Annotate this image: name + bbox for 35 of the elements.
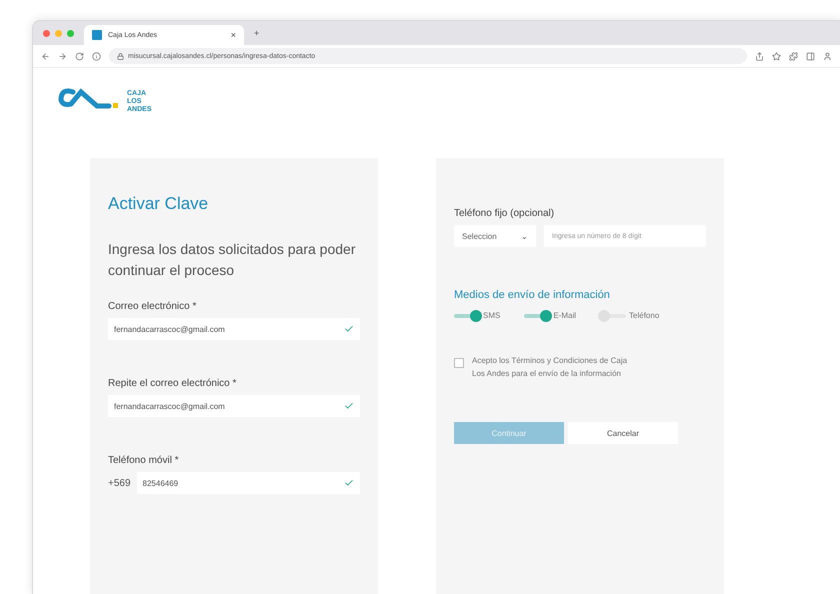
checkbox[interactable] xyxy=(454,358,464,368)
field-label: Teléfono móvil * xyxy=(108,455,180,466)
tab-close[interactable]: × xyxy=(230,30,236,40)
share-icon[interactable] xyxy=(755,52,764,60)
reload-icon[interactable] xyxy=(75,52,84,60)
field-label: Repite el correo electrónico * xyxy=(108,378,238,389)
select-field[interactable]: Seleccion ⌄ xyxy=(454,225,536,247)
phone-prefix: +569 xyxy=(108,478,131,488)
field-label: Teléfono fijo (opcional) xyxy=(454,208,556,219)
toggle-label: Teléfono xyxy=(629,311,660,320)
lock-icon xyxy=(117,52,124,60)
favicon-icon xyxy=(92,30,102,40)
puzzle-icon[interactable] xyxy=(789,52,798,60)
close-dot[interactable] xyxy=(43,30,50,36)
star-icon[interactable] xyxy=(772,52,781,60)
section-title: Medios de envío de información xyxy=(454,289,611,301)
input-field[interactable]: 82546469 xyxy=(136,472,360,494)
maximize-dot[interactable] xyxy=(67,30,74,36)
terms-text: Acepto los Términos y Condiciones de Caja Los Andes para el envío de la información xyxy=(472,355,628,380)
toggle-label: SMS xyxy=(483,311,500,320)
back-icon[interactable] xyxy=(41,52,50,60)
profile-icon[interactable] xyxy=(823,52,832,60)
input-field[interactable]: fernandacarrascoc@gmail.com xyxy=(108,318,360,340)
minimize-dot[interactable] xyxy=(55,30,62,36)
input-field[interactable]: fernandacarrascoc@gmail.com xyxy=(108,395,360,417)
logo-icon xyxy=(57,86,121,110)
sidebar-icon[interactable] xyxy=(806,52,815,60)
cancel-button[interactable]: Cancelar xyxy=(568,422,678,444)
new-tab-button[interactable]: + xyxy=(254,28,260,38)
info-icon[interactable] xyxy=(92,52,101,60)
field-label: Correo electrónico * xyxy=(108,301,198,312)
card-title: Activar Clave xyxy=(108,194,210,214)
forward-icon[interactable] xyxy=(58,52,67,60)
toggle-label: E-Mail xyxy=(553,311,576,320)
card-subtitle: Ingresa los datos solicitados para poder continuar el proceso xyxy=(108,240,356,280)
